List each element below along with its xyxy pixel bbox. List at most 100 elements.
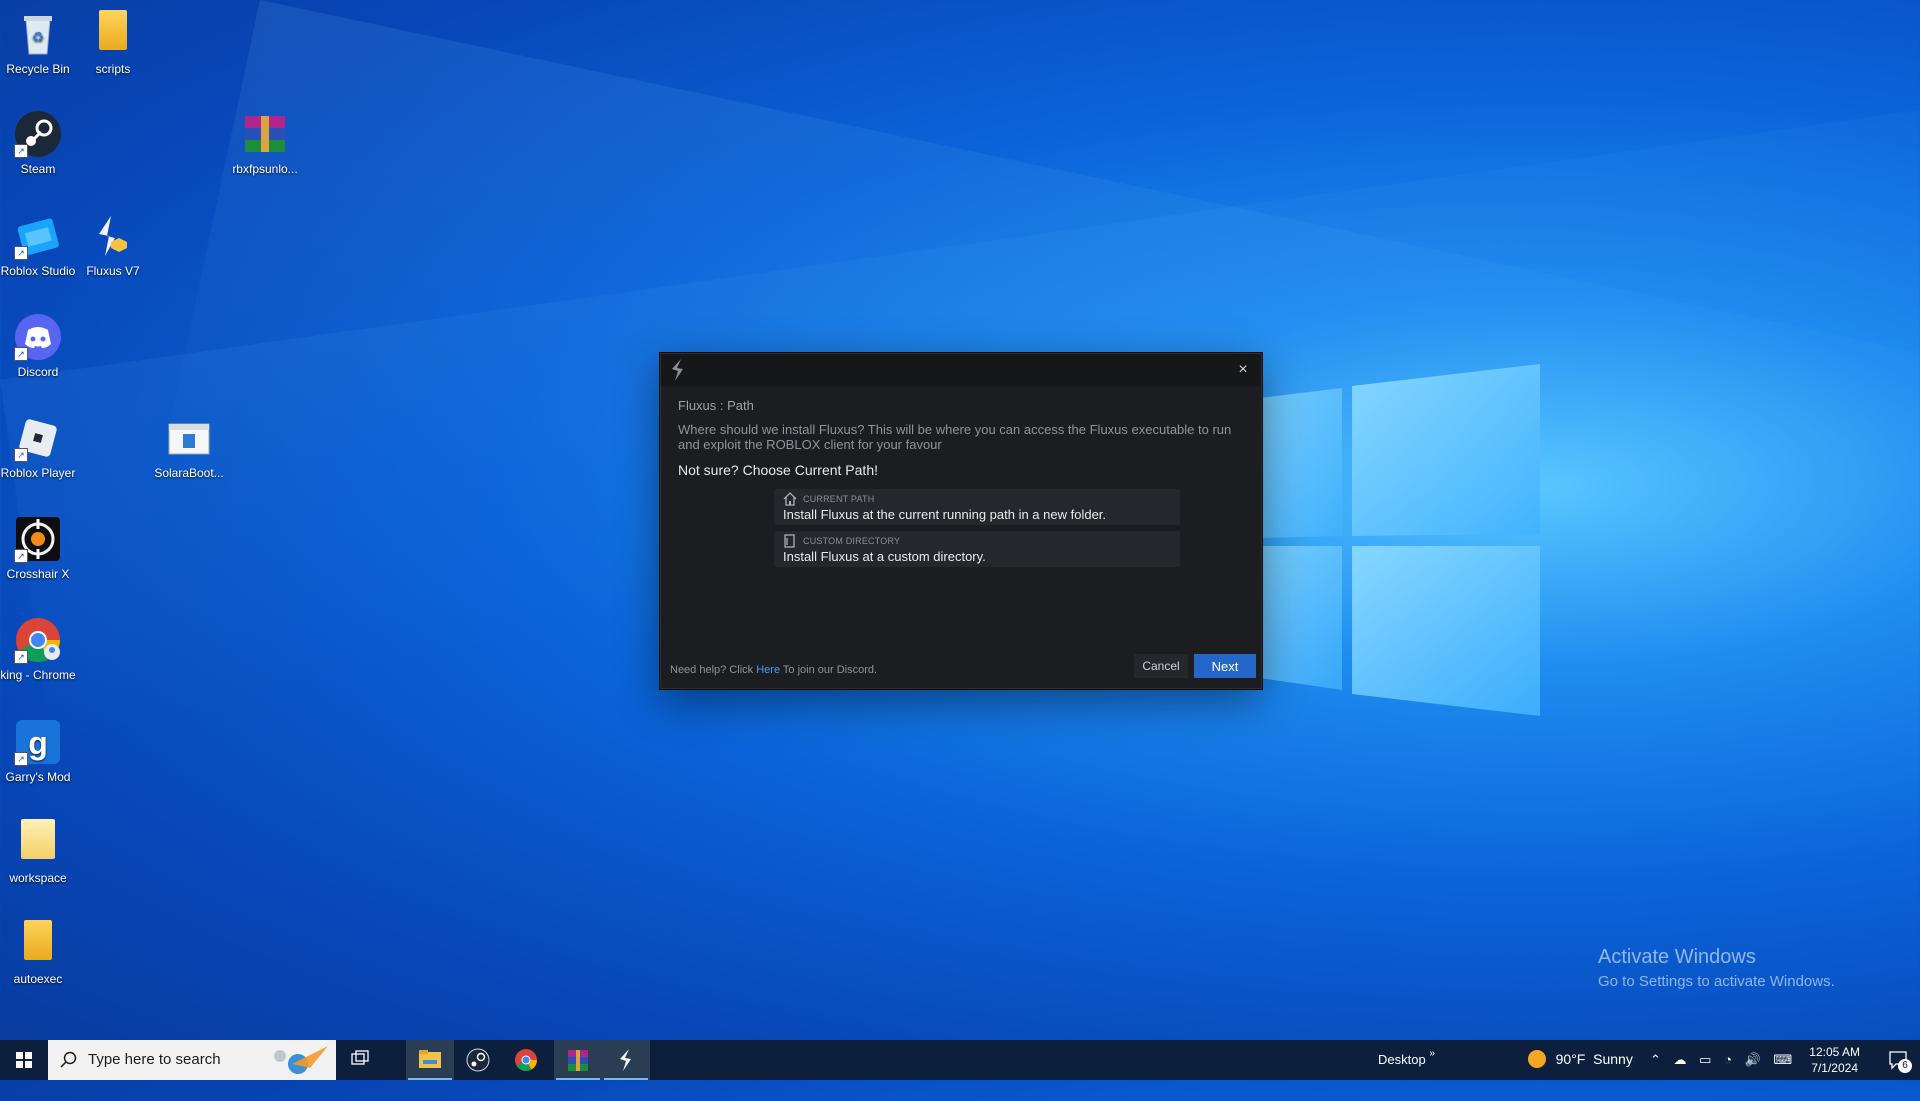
fluxus-icon [620, 1049, 631, 1071]
notification-count-badge: 6 [1898, 1059, 1912, 1073]
desktop-icon-scripts[interactable]: scripts [71, 6, 155, 76]
desktop-toolbar-label[interactable]: Desktop » [1378, 1048, 1435, 1092]
chrome-icon [515, 1049, 537, 1071]
desktop-icon-label: Garry's Mod [5, 770, 71, 784]
folder-icon [89, 10, 137, 58]
desktop-icon-garrys-mod[interactable]: g ↗ Garry's Mod [0, 714, 80, 784]
folder-icon [14, 920, 62, 968]
search-highlight-icon [274, 1046, 328, 1074]
steam-icon [466, 1048, 490, 1072]
recycle-bin-icon: ♻ [14, 10, 62, 58]
desktop-icon-label: workspace [9, 871, 67, 885]
taskbar-search-box[interactable]: Type here to search [48, 1040, 336, 1080]
clock-time: 12:05 AM [1809, 1045, 1860, 1059]
weather-text: 90°F Sunny [1555, 1051, 1633, 1067]
task-view-button[interactable] [336, 1040, 384, 1080]
desktop-icon-label: Steam [20, 162, 56, 176]
desktop-icon-label: scripts [95, 62, 131, 76]
taskbar: Type here to search Desktop » 90°F Sunny… [0, 1040, 1920, 1080]
desktop-icon-autoexec[interactable]: autoexec [0, 916, 80, 986]
dialog-description: Where should we install Fluxus? This wil… [678, 422, 1232, 452]
desktop-icon-workspace[interactable]: workspace [0, 815, 80, 885]
desktop-icon-steam[interactable]: ↗ Steam [0, 106, 80, 176]
svg-text:♻: ♻ [32, 29, 45, 45]
activate-windows-watermark: Activate Windows Go to Settings to activ… [1598, 946, 1835, 990]
dialog-hint: Not sure? Choose Current Path! [678, 462, 878, 478]
search-icon [60, 1051, 77, 1068]
chevron-up-icon[interactable]: ⌃ [1650, 1052, 1661, 1067]
fluxus-icon [89, 212, 137, 260]
footer-suffix: To join our Discord. [782, 664, 878, 676]
desktop-icon-label: autoexec [13, 972, 63, 986]
desktop-icon-recycle-bin[interactable]: ♻ Recycle Bin [0, 6, 80, 76]
option-custom-directory[interactable]: CUSTOM DIRECTORY Install Fluxus at a cus… [774, 531, 1180, 567]
desktop-icon-label: Crosshair X [6, 567, 70, 581]
desktop-icon-rbxfpsunlocker[interactable]: rbxfpsunlo... [223, 106, 307, 176]
option-label: CUSTOM DIRECTORY [803, 536, 901, 546]
volume-icon[interactable]: 🔊 [1745, 1052, 1761, 1067]
dialog-footer: Need help? Click Here To join our Discor… [670, 664, 877, 676]
discord-icon: ↗ [14, 313, 62, 361]
chrome-profile-icon: ↗ [14, 616, 62, 664]
keyboard-icon[interactable]: ⌨ [1773, 1052, 1792, 1067]
desktop-icon-label: Discord [17, 365, 59, 379]
search-placeholder: Type here to search [88, 1051, 221, 1068]
steam-icon: ↗ [14, 110, 62, 158]
desktop-icon-label: Roblox Player [0, 466, 76, 480]
desktop-icon-label: Recycle Bin [6, 62, 70, 76]
svg-text:g: g [28, 725, 48, 761]
windows-start-icon [16, 1052, 32, 1068]
winrar-icon [568, 1050, 588, 1071]
sun-icon [1528, 1050, 1546, 1068]
desktop-icon-roblox-studio[interactable]: ↗ Roblox Studio [0, 208, 80, 278]
option-label: CURRENT PATH [803, 494, 875, 504]
desktop-icon-solarabootstrapper[interactable]: SolaraBoot... [147, 410, 231, 480]
desktop-icon-crosshair-x[interactable]: ↗ Crosshair X [0, 511, 80, 581]
footer-prefix: Need help? Click [670, 664, 754, 676]
desktop-icon-discord[interactable]: ↗ Discord [0, 309, 80, 379]
next-button[interactable]: Next [1194, 654, 1256, 678]
taskbar-winrar[interactable] [554, 1040, 602, 1080]
option-text: Install Fluxus at a custom directory. [783, 549, 986, 564]
solara-icon [165, 414, 213, 462]
roblox-studio-icon: ↗ [14, 212, 62, 260]
task-view-icon [351, 1050, 369, 1065]
taskbar-clock[interactable]: 12:05 AM 7/1/2024 [1809, 1044, 1860, 1084]
home-icon [783, 492, 797, 506]
taskbar-chrome[interactable] [502, 1040, 550, 1080]
crosshair-icon: ↗ [14, 515, 62, 563]
discord-link[interactable]: Here [756, 664, 780, 676]
system-tray-icons: ⌃ ☁ ▭ ◔ 🔊 ⌨ [1650, 1052, 1792, 1092]
desktop-icon-roblox-player[interactable]: ↗ Roblox Player [0, 410, 80, 480]
dialog-titlebar[interactable]: × [661, 354, 1261, 386]
desktop-icon-label: Roblox Studio [0, 264, 76, 278]
option-text: Install Fluxus at the current running pa… [783, 507, 1107, 522]
windows-logo-wallpaper [1260, 364, 1540, 716]
battery-icon[interactable]: ▭ [1699, 1052, 1711, 1067]
option-current-path[interactable]: CURRENT PATH Install Fluxus at the curre… [774, 489, 1180, 525]
cancel-button[interactable]: Cancel [1134, 654, 1188, 678]
watermark-title: Activate Windows [1598, 946, 1756, 968]
desktop-icon-label: SolaraBoot... [154, 466, 224, 480]
taskbar-fluxus[interactable] [602, 1040, 650, 1080]
fluxus-logo-icon [672, 359, 683, 381]
garrys-mod-icon: g ↗ [14, 718, 62, 766]
taskbar-steam[interactable] [454, 1040, 502, 1080]
folder-icon [14, 819, 62, 867]
notification-center-button[interactable]: 6 [1888, 1049, 1912, 1073]
wifi-icon[interactable]: ◔ [1724, 1052, 1732, 1067]
desktop-icon-label: rbxfpsunlo... [232, 162, 298, 176]
taskbar-file-explorer[interactable] [406, 1040, 454, 1080]
roblox-player-icon: ↗ [14, 414, 62, 462]
desktop-icon-label: king - Chrome [0, 668, 76, 682]
close-icon[interactable]: × [1233, 360, 1253, 380]
chevron-right-icon: » [1429, 1048, 1435, 1059]
start-button[interactable] [0, 1040, 48, 1080]
weather-widget[interactable]: 90°F Sunny [1528, 1050, 1633, 1090]
desktop-icon-label: Fluxus V7 [86, 264, 140, 278]
desktop-label: Desktop [1378, 1052, 1426, 1067]
onedrive-icon[interactable]: ☁ [1674, 1052, 1687, 1067]
desktop-icon-fluxus[interactable]: Fluxus V7 [71, 208, 155, 278]
folder-outline-icon [784, 534, 795, 548]
desktop-icon-king-chrome[interactable]: ↗ king - Chrome [0, 612, 80, 682]
